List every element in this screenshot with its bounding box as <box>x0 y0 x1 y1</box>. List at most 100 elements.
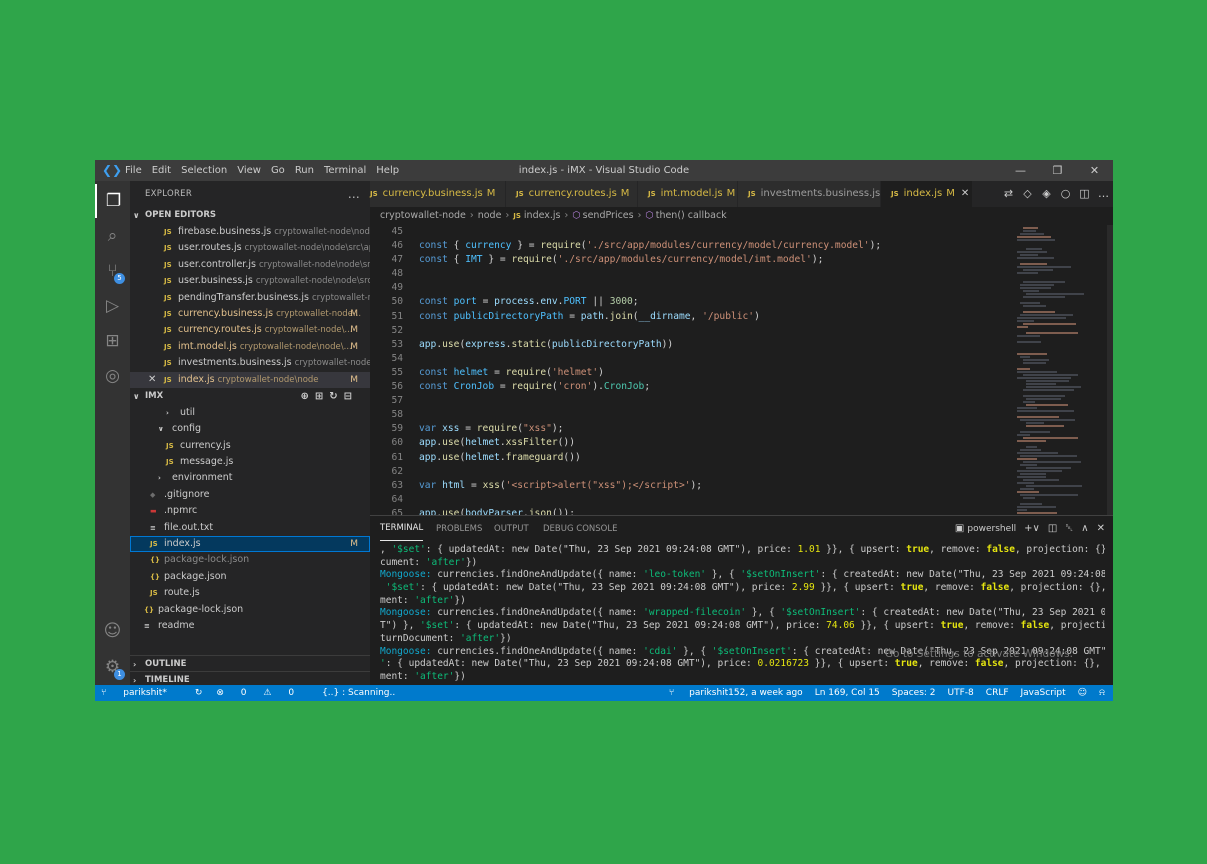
collapse-icon[interactable]: ⊟ <box>344 391 358 402</box>
open-editor-item[interactable]: JS imt.model.js cryptowallet-node\node\...… <box>130 339 370 355</box>
open-editor-item[interactable]: JS investments.business.js cryptowallet-no… <box>130 355 370 371</box>
tree-file[interactable]: JS message.js <box>130 454 370 470</box>
menu-edit[interactable]: Edit <box>152 160 177 181</box>
line-endings[interactable]: CRLF <box>986 685 1009 701</box>
account-icon[interactable]: ☺ <box>95 614 130 648</box>
open-editor-item[interactable]: ✕ JS index.js cryptowallet-node\node M <box>130 371 370 388</box>
tree-file[interactable]: JS index.js M <box>130 536 370 553</box>
problems-status[interactable]: ⊗ 0 ⚠ 0 <box>216 685 308 701</box>
editor-tab[interactable]: JS index.js M ✕ <box>881 181 973 207</box>
tab-output[interactable]: OUTPUT <box>494 516 529 542</box>
feedback-icon[interactable]: ☺ <box>1078 685 1087 701</box>
close-icon[interactable]: ✕ <box>148 372 156 388</box>
editor-tab[interactable]: JS currency.routes.js M <box>506 181 638 207</box>
menu-terminal[interactable]: Terminal <box>324 160 372 181</box>
source-control-icon[interactable]: ⑂ 5 <box>95 254 130 288</box>
toggle-icon[interactable]: ○ <box>1056 181 1075 207</box>
previous-change-icon[interactable]: ◇ <box>1018 181 1037 207</box>
language-mode[interactable]: JavaScript <box>1021 685 1066 701</box>
new-folder-icon[interactable]: ⊞ <box>315 391 329 402</box>
split-terminal-icon[interactable]: ◫ <box>1048 516 1057 542</box>
tree-file[interactable]: JS currency.js <box>130 438 370 454</box>
menu-view[interactable]: View <box>237 160 267 181</box>
breadcrumb-item[interactable]: node <box>478 210 502 221</box>
close-tab-icon[interactable]: ✕ <box>961 188 969 199</box>
editor-tab[interactable]: JS investments.business.js <box>738 181 881 207</box>
tree-file[interactable]: ▬ .npmrc <box>130 503 370 519</box>
tree-file[interactable]: {} package-lock.json <box>130 552 370 568</box>
compare-changes-icon[interactable]: ⇄ <box>999 181 1018 207</box>
new-file-icon[interactable]: ⊕ <box>300 391 314 402</box>
close-window-icon[interactable]: ✕ <box>1076 160 1113 181</box>
terminal-output[interactable]: , '$set': { updatedAt: new Date("Thu, 23… <box>380 544 1105 684</box>
open-editors-section[interactable]: ∨ OPEN EDITORS <box>130 207 370 224</box>
explorer-icon[interactable]: ❐ <box>95 184 130 218</box>
tree-file[interactable]: ≡ readme <box>130 618 370 634</box>
minimap[interactable] <box>1015 225 1105 515</box>
menu-go[interactable]: Go <box>271 160 291 181</box>
tree-folder[interactable]: › util <box>130 405 370 421</box>
breadcrumb-item[interactable]: then() callback <box>656 210 727 221</box>
menu-selection[interactable]: Selection <box>181 160 233 181</box>
more-actions-icon[interactable]: … <box>1094 181 1113 207</box>
next-change-icon[interactable]: ◈ <box>1037 181 1056 207</box>
open-editor-item[interactable]: JS user.business.js cryptowallet-node\node… <box>130 273 370 289</box>
open-editor-item[interactable]: JS user.controller.js cryptowallet-node\no… <box>130 257 370 273</box>
run-debug-icon[interactable]: ▷ <box>95 289 130 323</box>
minimize-icon[interactable]: — <box>1002 160 1039 181</box>
minimap-line <box>1020 284 1054 286</box>
open-editor-item[interactable]: JS currency.business.js cryptowallet-node.… <box>130 306 370 322</box>
tree-file[interactable]: ◆ .gitignore <box>130 487 370 503</box>
tree-file[interactable]: {} package-lock.json <box>130 602 370 618</box>
sync-icon[interactable]: ↻ <box>195 685 203 701</box>
breadcrumb-item[interactable]: sendPrices <box>583 210 634 221</box>
tab-debug-console[interactable]: DEBUG CONSOLE <box>543 516 617 542</box>
menu-run[interactable]: Run <box>295 160 320 181</box>
extensions-icon[interactable]: ⊞ <box>95 324 130 358</box>
branch-status[interactable]: ⑂ parikshit* <box>101 685 181 701</box>
notifications-bell-icon[interactable]: ⍾ <box>1099 685 1105 701</box>
encoding[interactable]: UTF-8 <box>948 685 974 701</box>
menu-help[interactable]: Help <box>376 160 405 181</box>
imx-folder-section[interactable]: ∨ IMX ⊕⊞↻⊟ <box>130 388 370 405</box>
editor-tab[interactable]: JS currency.business.js M <box>370 181 506 207</box>
minimap-line <box>1026 386 1081 388</box>
remote-explorer-icon[interactable]: ◎ <box>95 359 130 393</box>
minimap-line <box>1017 257 1054 259</box>
git-blame-status[interactable]: ⑂ parikshit152, a week ago <box>657 685 803 701</box>
more-actions-icon[interactable]: … <box>348 181 360 207</box>
new-terminal-icon[interactable]: +∨ <box>1024 516 1040 542</box>
editor-scrollbar[interactable] <box>1107 225 1113 515</box>
tab-problems[interactable]: PROBLEMS <box>436 516 482 542</box>
open-editor-item[interactable]: JS firebase.business.js cryptowallet-node\… <box>130 224 370 240</box>
split-editor-icon[interactable]: ◫ <box>1075 181 1094 207</box>
line-number: 53 <box>391 338 403 350</box>
refresh-icon[interactable]: ↻ <box>329 391 343 402</box>
open-editor-item[interactable]: JS user.routes.js cryptowallet-node\node\s… <box>130 240 370 256</box>
scanning-status[interactable]: {..} : Scanning.. <box>322 685 395 701</box>
npm-file-icon: ▬ <box>150 507 157 516</box>
tree-file[interactable]: {} package.json <box>130 569 370 585</box>
shell-selector[interactable]: powershell <box>967 516 1016 542</box>
restore-icon[interactable]: ❐ <box>1039 160 1076 181</box>
tree-folder[interactable]: ∨ config <box>130 421 370 437</box>
menu-file[interactable]: File <box>125 160 148 181</box>
close-panel-icon[interactable]: ✕ <box>1097 516 1105 542</box>
settings-gear-icon[interactable]: ⚙ 1 <box>95 650 130 684</box>
line-number: 65 <box>391 507 403 515</box>
open-editor-item[interactable]: JS pendingTransfer.business.js cryptowalle… <box>130 290 370 306</box>
breadcrumb-item[interactable]: cryptowallet-node <box>380 210 466 221</box>
code-editor[interactable]: 45 46 const { currency } = require('./src/… <box>370 225 1113 515</box>
tree-file[interactable]: JS route.js <box>130 585 370 601</box>
trash-icon[interactable]: ␡ <box>1065 516 1073 542</box>
search-icon[interactable]: ⌕ <box>95 219 130 253</box>
breadcrumb-item[interactable]: index.js <box>524 210 561 221</box>
cursor-position[interactable]: Ln 169, Col 15 <box>815 685 880 701</box>
tree-folder[interactable]: › environment <box>130 470 370 486</box>
tree-file[interactable]: ≡ file.out.txt <box>130 520 370 536</box>
maximize-panel-icon[interactable]: ∧ <box>1081 516 1088 542</box>
indentation[interactable]: Spaces: 2 <box>892 685 936 701</box>
open-editor-item[interactable]: JS currency.routes.js cryptowallet-node\..… <box>130 322 370 338</box>
tab-terminal[interactable]: TERMINAL <box>380 516 424 541</box>
editor-tab[interactable]: JS imt.model.js M <box>638 181 738 207</box>
